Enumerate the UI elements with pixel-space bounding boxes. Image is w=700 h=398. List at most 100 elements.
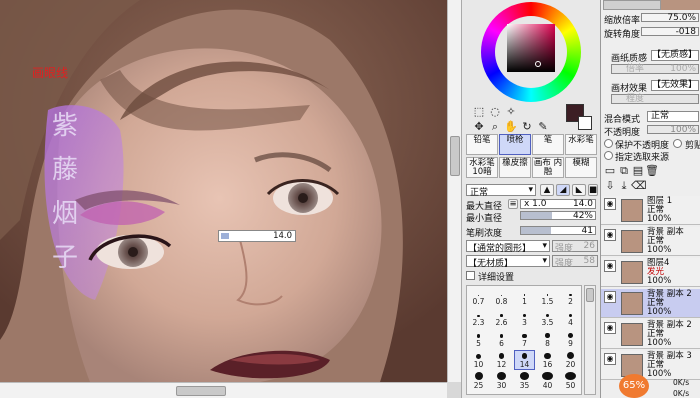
layer-row[interactable]: ◉ 图层 1 正常 100% [601,196,700,225]
brush-size-cell[interactable]: 3 [515,309,534,327]
brush-size-cell[interactable]: 1.5 [538,288,557,306]
visibility-eye-icon[interactable]: ◉ [604,353,616,365]
brush-size-label: 3 [522,318,527,327]
brush-size-dot [477,314,480,317]
v-scroll-thumb[interactable] [450,136,460,176]
new-linework-layer-icon[interactable]: ⧉ [617,163,631,179]
shape-triangle-icon[interactable]: ▲ [540,184,554,196]
visibility-eye-icon[interactable]: ◉ [604,322,616,334]
brush-size-label: 2 [568,297,573,306]
navigator-strip[interactable] [603,0,661,10]
zoom-slider[interactable]: 75.0% [641,13,699,23]
eyedropper-icon[interactable]: ✎ [534,119,552,135]
shape-hump-selected-icon[interactable]: ◢ [556,184,570,196]
visibility-eye-icon[interactable]: ◉ [604,260,616,272]
brush-size-cell[interactable]: 25 [469,372,488,390]
color-wheel[interactable] [474,2,588,102]
size-grid-scrollbar[interactable] [584,285,596,395]
layer-opacity: 100% [647,276,672,286]
brush-shape-select[interactable]: 【通常的圆形】 ▾ [466,240,550,254]
layer-row[interactable]: ◉ 背景 副本 正常 100% [601,227,700,256]
brush-size-dot [500,294,503,296]
layer-row[interactable]: ◉ 背景 副本 3 正常 100% [601,351,700,380]
merge-down-icon[interactable]: ⤓ [617,178,631,194]
material-degree-field[interactable]: 程度 [611,94,699,104]
new-layer-icon[interactable]: ▭ [603,163,617,179]
shape-flat-icon[interactable]: ■ [588,184,598,196]
new-folder-icon[interactable]: ▤ [631,163,645,179]
saturation-value-box[interactable] [507,24,555,72]
layer-blend-select[interactable]: 正常 [647,111,699,122]
annotation-red-text: 画眼线 [32,66,69,80]
magic-wand-icon[interactable]: ✧ [502,104,520,120]
brush-size-cell[interactable]: 0.8 [492,288,511,306]
max-diameter-mult-icon[interactable]: ≡ [508,199,518,209]
layer-opacity-slider[interactable]: 100% [647,125,699,135]
density-slider[interactable]: 41 [520,226,596,236]
detail-settings-checkbox[interactable] [466,271,475,280]
material-select[interactable]: 【无效果】 [651,80,699,91]
brush-size-cell[interactable]: 30 [492,372,511,390]
shape-mound-icon[interactable]: ◣ [572,184,586,196]
brush-tool-button[interactable]: 笔 [532,134,564,155]
visibility-eye-icon[interactable]: ◉ [604,198,616,210]
brush-size-cell[interactable]: 6 [492,330,511,348]
brush-size-cell[interactable]: 8 [538,330,557,348]
layer-row[interactable]: ◉ 背景 副本 2 正常 100% [601,289,700,318]
blend-mode-select[interactable]: 正常 ▾ [466,184,536,198]
brush-size-cell[interactable]: 2.6 [492,309,511,327]
brush-tool-button[interactable]: 水彩笔 [565,134,597,155]
brush-tool-button[interactable]: 画布 内融 [532,157,564,178]
clear-layer-icon[interactable]: ⌫ [631,178,647,194]
protect-opacity-checkbox[interactable] [604,139,613,148]
paper-rate-field[interactable]: 倍率 100% [611,64,699,74]
brush-size-cell[interactable]: 1 [515,288,534,306]
visibility-eye-icon[interactable]: ◉ [604,291,616,303]
brush-size-cell[interactable]: 0.7 [469,288,488,306]
vertical-scrollbar[interactable] [447,0,461,382]
paper-texture-select[interactable]: 【无质感】 [651,50,699,61]
brush-size-cell[interactable]: 5 [469,330,488,348]
brush-tool-button[interactable]: 铅笔 [466,134,498,155]
min-diameter-label: 最小直径 [466,214,503,224]
h-scroll-thumb[interactable] [176,386,226,396]
texture-strength-field[interactable]: 强度 58 [552,255,598,269]
sub-color-swatch[interactable] [578,116,592,130]
brush-tool-grid: 铅笔 喷枪笔水彩笔水彩笔 10暗 橡皮擦 画布 内融 模糊 [466,134,598,180]
brush-size-cell[interactable]: 9 [561,330,580,348]
brush-size-cell[interactable]: 7 [515,330,534,348]
brush-size-cell[interactable]: 20 [561,351,580,369]
brush-size-dot [519,372,530,380]
brush-size-cell[interactable]: 40 [538,372,557,390]
navigator-thumbnail[interactable] [661,0,700,10]
brush-size-cell[interactable]: 14 [514,350,535,370]
drawing-canvas[interactable]: 画眼线 紫 藤 烟 子 14.0 [0,0,447,382]
texture-select[interactable]: 【无材质】 ▾ [466,255,550,269]
brush-tool-button[interactable]: 橡皮擦 [499,157,531,178]
brush-size-cell[interactable]: 2 [561,288,580,306]
layer-row[interactable]: ◉ 背景 副本 2 正常 100% [601,320,700,349]
brush-size-cell[interactable]: 35 [515,372,534,390]
brush-size-cell[interactable]: 2.3 [469,309,488,327]
brush-tool-button[interactable]: 水彩笔 10暗 [466,157,498,178]
brush-size-cell[interactable]: 3.5 [538,309,557,327]
min-diameter-slider[interactable]: 42% [520,211,596,221]
brush-tool-button[interactable]: 模糊 [565,157,597,178]
brush-size-cell[interactable]: 4 [561,309,580,327]
delete-layer-icon[interactable]: 🗑 [645,163,659,179]
shape-strength-field[interactable]: 强度 26 [552,240,598,254]
transfer-down-icon[interactable]: ⇩ [603,178,617,194]
brush-size-cell[interactable]: 50 [561,372,580,390]
brush-size-cell[interactable]: 12 [492,351,511,369]
brush-size-cell[interactable]: 10 [469,351,488,369]
rotate-slider[interactable]: -018 [641,27,699,37]
layer-row[interactable]: ◉ 图层4 发光 100% [601,258,700,287]
brush-tool-button[interactable]: 喷枪 [499,134,531,155]
brush-size-cell[interactable]: 16 [538,351,557,369]
max-diameter-field[interactable]: x 1.0 14.0 [520,199,596,209]
clip-checkbox[interactable] [673,139,682,148]
visibility-eye-icon[interactable]: ◉ [604,229,616,241]
horizontal-scrollbar[interactable] [0,382,447,398]
brush-size-label: 6 [499,339,504,348]
specify-source-checkbox[interactable] [604,151,613,160]
